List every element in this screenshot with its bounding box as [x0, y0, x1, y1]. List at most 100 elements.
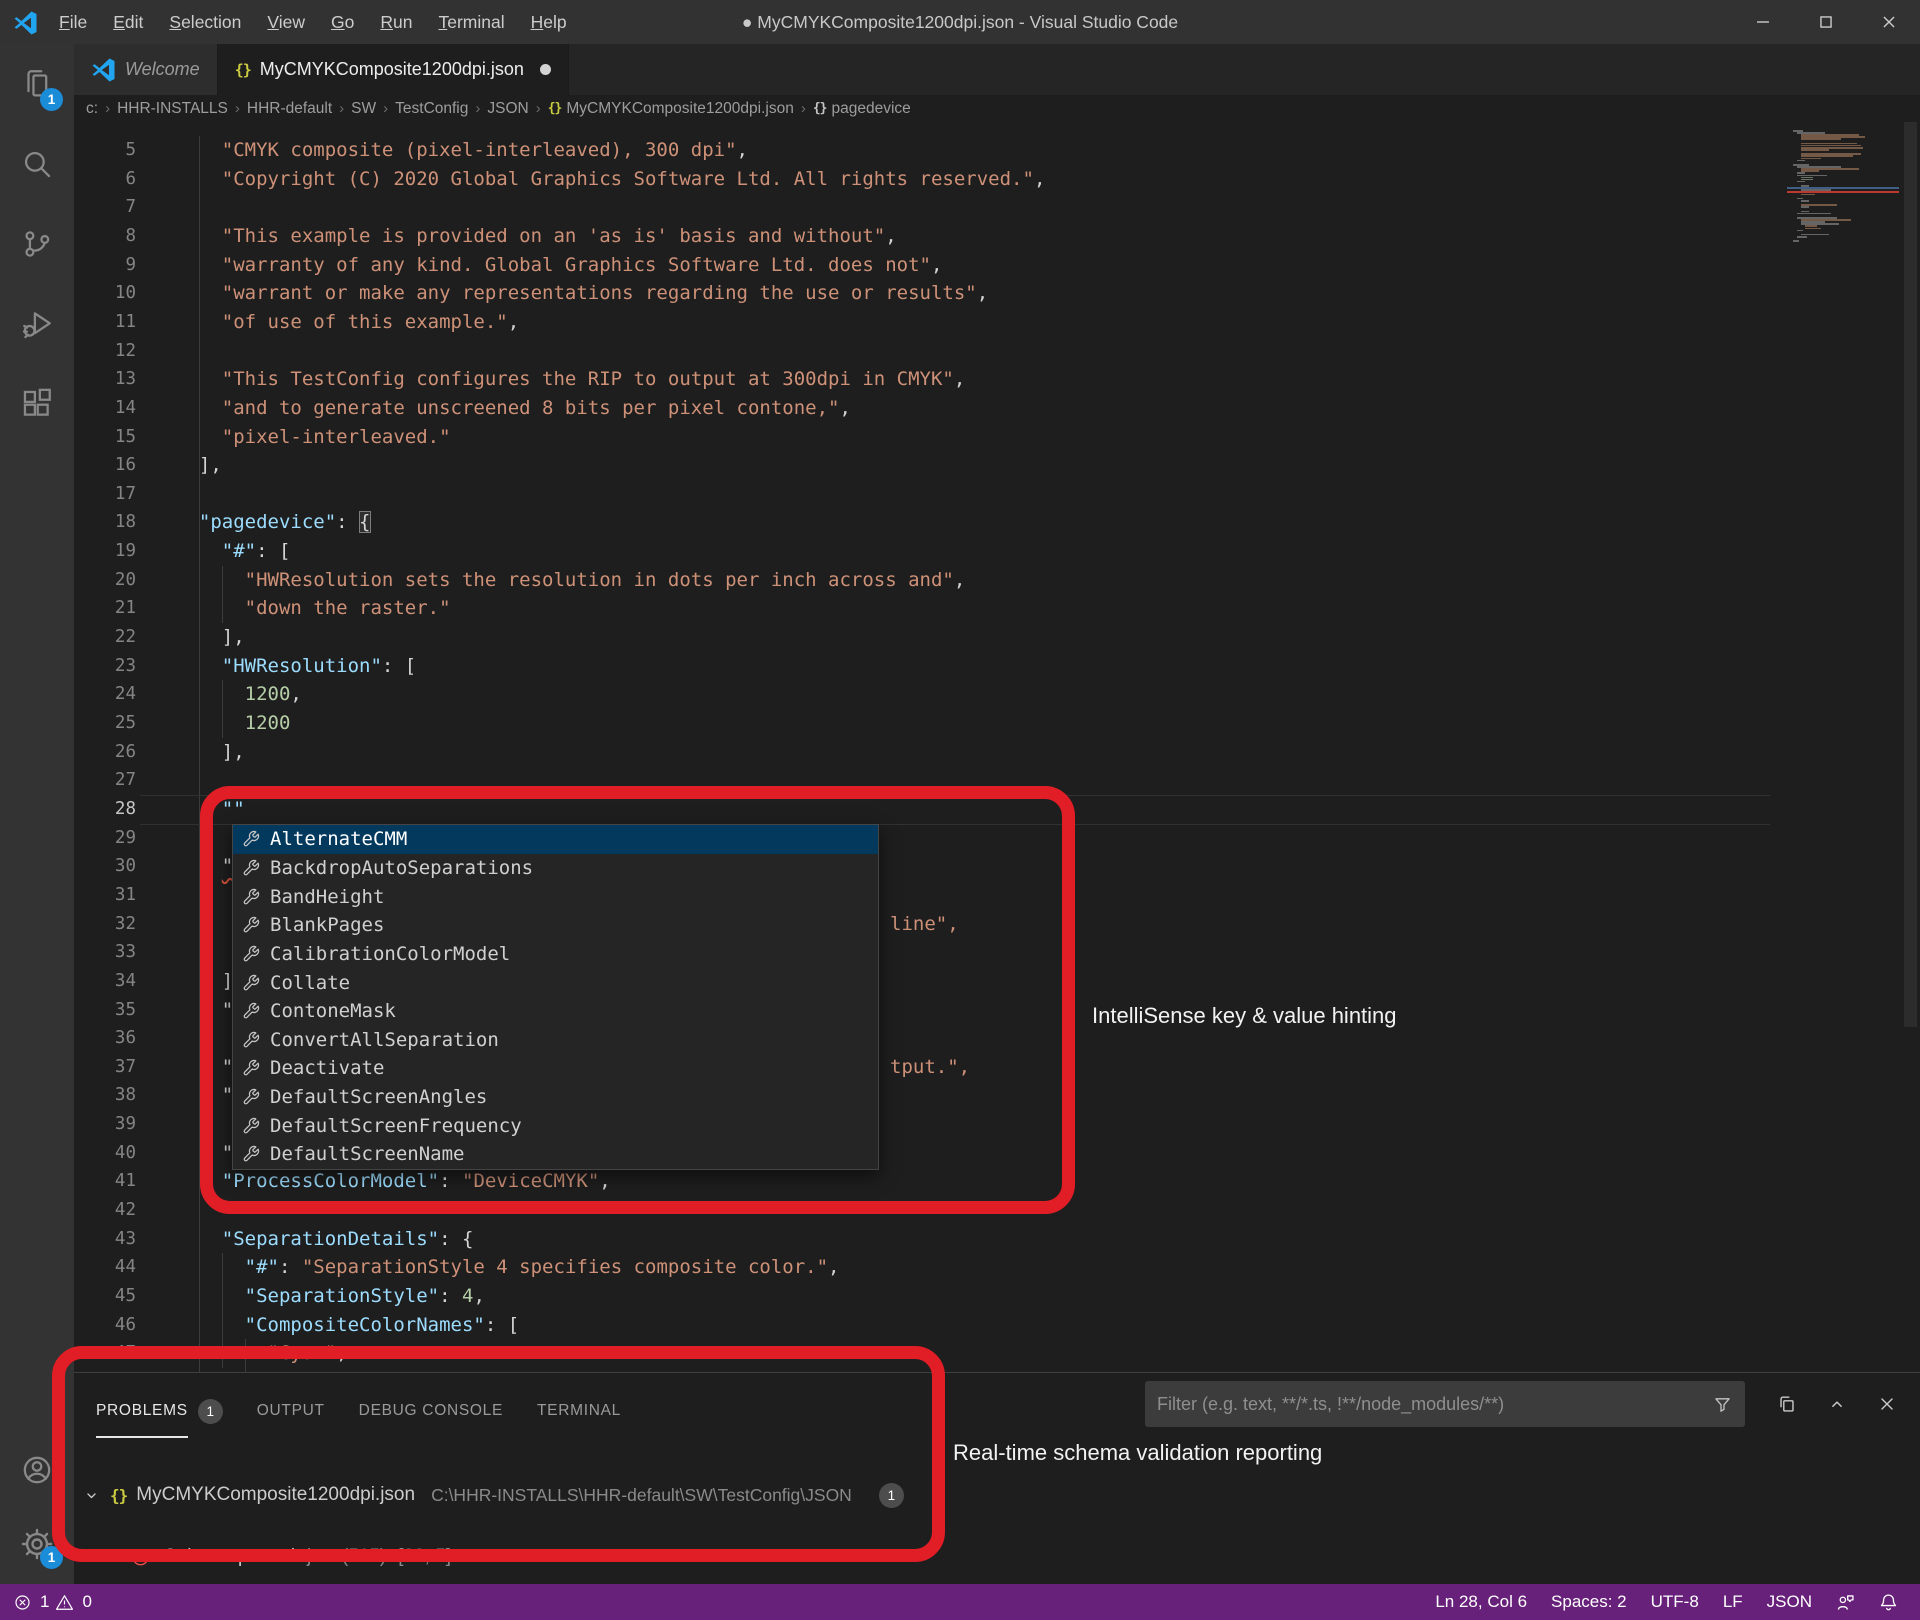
- code-line-18[interactable]: 18 "pagedevice": {: [74, 508, 1920, 537]
- suggestion-Deactivate[interactable]: Deactivate: [233, 1054, 878, 1083]
- maximize-button[interactable]: [1794, 0, 1857, 44]
- view-as-table-button[interactable]: [1776, 1393, 1798, 1415]
- panel-tab-problems[interactable]: PROBLEMS1: [96, 1399, 223, 1424]
- code-line-27[interactable]: 27: [74, 766, 1920, 795]
- suggestion-DefaultScreenAngles[interactable]: DefaultScreenAngles: [233, 1083, 878, 1112]
- breadcrumb-item-c-[interactable]: c:: [86, 100, 98, 118]
- problems-status[interactable]: 1 0: [0, 1592, 92, 1612]
- panel-tab-terminal[interactable]: TERMINAL: [537, 1402, 621, 1422]
- encoding[interactable]: UTF-8: [1639, 1592, 1711, 1612]
- explorer-badge: 1: [40, 88, 63, 111]
- menu-selection[interactable]: Selection: [156, 0, 254, 44]
- settings-button[interactable]: 1: [0, 1506, 74, 1582]
- suggestion-BandHeight[interactable]: BandHeight: [233, 882, 878, 911]
- suggestion-CalibrationColorModel[interactable]: CalibrationColorModel: [233, 940, 878, 969]
- tab-welcome[interactable]: Welcome: [74, 44, 218, 95]
- code-line-23[interactable]: 23 "HWResolution": [: [74, 652, 1920, 681]
- breadcrumb-item-json[interactable]: JSON: [487, 100, 528, 118]
- minimize-button[interactable]: [1731, 0, 1794, 44]
- scrollbar-thumb[interactable]: [1904, 122, 1917, 1027]
- minimize-icon: [1752, 11, 1774, 33]
- breadcrumb-item-hhr-installs[interactable]: HHR-INSTALLS: [117, 100, 228, 118]
- copy-pages-icon: [1776, 1393, 1798, 1415]
- code-line-24[interactable]: 24 1200,: [74, 680, 1920, 709]
- menu-run[interactable]: Run: [367, 0, 425, 44]
- menu-view[interactable]: View: [254, 0, 318, 44]
- code-line-42[interactable]: 42: [74, 1196, 1920, 1225]
- close-window-button[interactable]: [1857, 0, 1920, 44]
- indentation[interactable]: Spaces: 2: [1539, 1592, 1639, 1612]
- code-line-13[interactable]: 13 "This TestConfig configures the RIP t…: [74, 365, 1920, 394]
- sidebar-item-source-control[interactable]: [0, 204, 74, 284]
- language-mode[interactable]: JSON: [1755, 1592, 1824, 1612]
- breadcrumb-item-pagedevice[interactable]: {}pagedevice: [813, 100, 911, 118]
- code-line-21[interactable]: 21 "down the raster.": [74, 594, 1920, 623]
- sidebar-item-explorer[interactable]: 1: [0, 44, 74, 124]
- menu-edit[interactable]: Edit: [100, 0, 156, 44]
- panel-tab-output[interactable]: OUTPUT: [257, 1402, 325, 1422]
- code-line-10[interactable]: 10 "warrant or make any representations …: [74, 279, 1920, 308]
- suggestion-BackdropAutoSeparations[interactable]: BackdropAutoSeparations: [233, 854, 878, 883]
- breadcrumb-item-testconfig[interactable]: TestConfig: [395, 100, 468, 118]
- code-line-45[interactable]: 45 "SeparationStyle": 4,: [74, 1282, 1920, 1311]
- sidebar-item-run-debug[interactable]: [0, 284, 74, 364]
- code-line-7[interactable]: 7: [74, 193, 1920, 222]
- breadcrumb-item-sw[interactable]: SW: [351, 100, 376, 118]
- code-line-5[interactable]: 5 "CMYK composite (pixel-interleaved), 3…: [74, 136, 1920, 165]
- suggestion-BlankPages[interactable]: BlankPages: [233, 911, 878, 940]
- panel-tab-debug-console[interactable]: DEBUG CONSOLE: [359, 1402, 503, 1422]
- code-editor[interactable]: 5 "CMYK composite (pixel-interleaved), 3…: [74, 122, 1920, 1372]
- close-panel-button[interactable]: [1876, 1393, 1898, 1415]
- code-line-8[interactable]: 8 "This example is provided on an 'as is…: [74, 222, 1920, 251]
- code-line-22[interactable]: 22 ],: [74, 623, 1920, 652]
- filter-icon: [1712, 1394, 1733, 1415]
- cursor-position[interactable]: Ln 28, Col 6: [1423, 1592, 1539, 1612]
- eol-sequence[interactable]: LF: [1711, 1592, 1755, 1612]
- code-line-6[interactable]: 6 "Copyright (C) 2020 Global Graphics So…: [74, 165, 1920, 194]
- suggestion-AlternateCMM[interactable]: AlternateCMM: [233, 825, 878, 854]
- code-line-11[interactable]: 11 "of use of this example.",: [74, 308, 1920, 337]
- suggestion-ContoneMask[interactable]: ContoneMask: [233, 997, 878, 1026]
- suggestion-DefaultScreenName[interactable]: DefaultScreenName: [233, 1140, 878, 1169]
- code-line-19[interactable]: 19 "#": [: [74, 537, 1920, 566]
- code-line-17[interactable]: 17: [74, 480, 1920, 509]
- maximize-panel-button[interactable]: [1826, 1393, 1848, 1415]
- vscode-logo-icon: [13, 10, 38, 35]
- breadcrumb-item-mycmykcomposite1200dpi-json[interactable]: {}MyCMYKComposite1200dpi.json: [548, 100, 794, 118]
- feedback-button[interactable]: [1824, 1592, 1867, 1613]
- code-line-47[interactable]: 47 "Cyan",: [74, 1339, 1920, 1368]
- suggestion-Collate[interactable]: Collate: [233, 968, 878, 997]
- notifications-button[interactable]: [1867, 1592, 1910, 1613]
- code-line-20[interactable]: 20 "HWResolution sets the resolution in …: [74, 566, 1920, 595]
- code-line-25[interactable]: 25 1200: [74, 709, 1920, 738]
- problem-position: [30, 5]: [398, 1546, 451, 1568]
- code-line-28[interactable]: 28 "": [74, 795, 1920, 824]
- filter-input[interactable]: [1157, 1394, 1712, 1415]
- code-line-44[interactable]: 44 "#": "SeparationStyle 4 specifies com…: [74, 1253, 1920, 1282]
- json-symbol-icon: {}: [548, 101, 562, 116]
- menu-go[interactable]: Go: [318, 0, 367, 44]
- code-line-41[interactable]: 41 "ProcessColorModel": "DeviceCMYK",: [74, 1167, 1920, 1196]
- code-line-26[interactable]: 26 ],: [74, 738, 1920, 767]
- breadcrumb-item-hhr-default[interactable]: HHR-default: [247, 100, 332, 118]
- code-line-16[interactable]: 16 ],: [74, 451, 1920, 480]
- problems-file-row[interactable]: {} MyCMYKComposite1200dpi.json C:\HHR-IN…: [74, 1479, 904, 1511]
- code-line-43[interactable]: 43 "SeparationDetails": {: [74, 1225, 1920, 1254]
- menu-help[interactable]: Help: [518, 0, 580, 44]
- code-line-12[interactable]: 12: [74, 337, 1920, 366]
- line-number: 19: [74, 537, 136, 566]
- code-line-15[interactable]: 15 "pixel-interleaved.": [74, 423, 1920, 452]
- sidebar-item-search[interactable]: [0, 124, 74, 204]
- code-line-14[interactable]: 14 "and to generate unscreened 8 bits pe…: [74, 394, 1920, 423]
- tab-mycmykcomposite1200dpi-json[interactable]: {}MyCMYKComposite1200dpi.json: [218, 44, 569, 95]
- minimap[interactable]: [1787, 130, 1899, 260]
- sidebar-item-extensions[interactable]: [0, 364, 74, 444]
- suggestion-ConvertAllSeparation[interactable]: ConvertAllSeparation: [233, 1025, 878, 1054]
- code-line-46[interactable]: 46 "CompositeColorNames": [: [74, 1311, 1920, 1340]
- menu-file[interactable]: File: [46, 0, 100, 44]
- accounts-button[interactable]: [0, 1434, 74, 1506]
- problem-row[interactable]: Colon expected json(515) [30, 5]: [74, 1541, 451, 1573]
- menu-terminal[interactable]: Terminal: [426, 0, 518, 44]
- code-line-9[interactable]: 9 "warranty of any kind. Global Graphics…: [74, 251, 1920, 280]
- suggestion-DefaultScreenFrequency[interactable]: DefaultScreenFrequency: [233, 1111, 878, 1140]
